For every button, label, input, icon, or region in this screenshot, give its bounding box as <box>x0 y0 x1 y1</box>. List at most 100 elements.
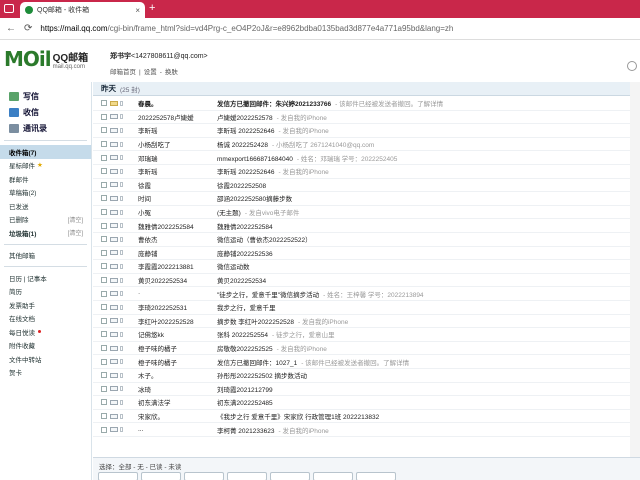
mail-row[interactable]: 李琦2022252531 我步之行，爱意千里 <box>93 301 640 315</box>
mail-sender: · <box>138 290 141 298</box>
skin-link[interactable]: 换肤 <box>165 69 178 76</box>
select-options[interactable]: 选择：全部 - 无 - 已读 - 未读 <box>99 461 181 471</box>
date-group-header: 昨天 (25 封) <box>93 82 640 96</box>
row-checkbox[interactable] <box>101 222 107 229</box>
row-checkbox[interactable] <box>101 249 107 256</box>
mail-row[interactable]: 橙子味的橘子 发信方已撤回邮件：1027_1- 该邮件已经被发送者撤回。了解详情 <box>93 355 640 369</box>
mail-row[interactable]: 魏雅倩2022252584 魏雅倩2022252584 <box>93 219 640 233</box>
action-button[interactable] <box>356 472 396 480</box>
mail-row[interactable]: 李红叶2022252528 摘步数 李红叶2022252528- 发自我的iPho… <box>93 315 640 329</box>
action-button[interactable] <box>270 472 310 480</box>
mail-row[interactable]: 曹依杰 微信运动（曹依杰2022252522） <box>93 233 640 247</box>
row-checkbox[interactable] <box>101 263 107 270</box>
action-button[interactable] <box>313 472 353 480</box>
tool-file-transfer[interactable]: 文件中转站 <box>0 352 91 366</box>
row-checkbox[interactable] <box>101 317 107 324</box>
notification-dot-icon <box>38 330 41 334</box>
tool-docs[interactable]: 在线文档 <box>0 312 91 326</box>
row-checkbox[interactable] <box>101 426 107 433</box>
url-field[interactable]: https://mail.qq.com/cgi-bin/frame_html?s… <box>40 24 453 33</box>
folder-inbox[interactable]: 收件箱(7) <box>0 145 91 159</box>
mail-row[interactable]: 庞静铺 庞静铺2022252536 <box>93 247 640 261</box>
row-checkbox[interactable] <box>101 141 107 148</box>
refresh-icon[interactable]: ⟳ <box>24 23 32 34</box>
envelope-icon <box>110 141 118 147</box>
row-checkbox[interactable] <box>101 181 107 188</box>
tool-label: 在线文档 <box>9 316 35 324</box>
folder-sent[interactable]: 已发送 <box>0 199 91 213</box>
mail-row[interactable]: 记佛悠kk 张科 2022252554- 徒步之行，爱意山里 <box>93 328 640 342</box>
home-link[interactable]: 邮箱首页 <box>110 69 136 76</box>
action-button[interactable] <box>141 472 181 480</box>
row-checkbox[interactable] <box>101 154 107 161</box>
folder-drafts[interactable]: 草稿箱(2) <box>0 186 91 200</box>
mail-row[interactable]: ... 李柯菁 2021233623- 发自我的iPhone <box>93 423 640 437</box>
contacts-button[interactable]: 通讯录 <box>0 120 91 136</box>
mail-row[interactable]: 2022252578卢婕嫒 卢婕嫒2022252578- 发自我的iPhone <box>93 111 640 125</box>
mail-row[interactable]: 木子。 孙彤彤2022252502 摘步数活动 <box>93 369 640 383</box>
folder-group[interactable]: 群邮件 <box>0 172 91 186</box>
tool-calendar-notes[interactable]: 日历 | 记事本 <box>0 271 91 285</box>
row-checkbox[interactable] <box>101 168 107 175</box>
mail-row[interactable]: 橙子味的橘子 房敬敬2022252525- 发自我的iPhone <box>93 342 640 356</box>
divider <box>4 243 87 245</box>
row-checkbox[interactable] <box>101 385 107 392</box>
back-icon[interactable]: ← <box>6 23 16 34</box>
action-button[interactable] <box>184 472 224 480</box>
row-checkbox[interactable] <box>101 358 107 365</box>
row-checkbox[interactable] <box>101 345 107 352</box>
folder-spam[interactable]: 垃圾箱(1) [清空] <box>0 226 91 240</box>
mail-row[interactable]: 李昕瑶 李昕瑶 2022252646- 发自我的iPhone <box>93 124 640 138</box>
tool-label: 附件收藏 <box>9 343 35 351</box>
folder-deleted[interactable]: 已删除 [清空] <box>0 213 91 227</box>
receive-button[interactable]: 收信 <box>0 104 91 120</box>
mail-row[interactable]: 冰琦 刘琦霞2021212799 <box>93 383 640 397</box>
mail-row[interactable]: 初东满法学 初东满2022252485 <box>93 396 640 410</box>
row-checkbox[interactable] <box>101 304 107 311</box>
qq-mail-logo[interactable]: MOil QQ邮箱 mail.qq.com <box>4 47 88 71</box>
empty-spam-link[interactable]: [清空] <box>68 228 83 237</box>
mail-row[interactable]: 时间 邵涵2022252580摘藤步数 <box>93 192 640 206</box>
mail-row[interactable]: 李霞霞2022213881 微信运动数 <box>93 260 640 274</box>
mail-row[interactable]: 宋家欣。 《我步之行 爱意千里》宋家欣 行政管理1班 2022213832 <box>93 410 640 424</box>
row-checkbox[interactable] <box>101 372 107 379</box>
tool-resume[interactable]: 简历 <box>0 285 91 299</box>
row-checkbox[interactable] <box>101 195 107 202</box>
settings-link[interactable]: 设置 <box>144 69 157 76</box>
mail-row[interactable]: 小冤 (无主题) - 发自vivo电子邮件 <box>93 206 640 220</box>
mail-row[interactable]: 春晨。 发信方已撤回邮件：朱兴婷2021233766- 该邮件已经被发送者撤回。了… <box>93 97 640 111</box>
mail-row[interactable]: · "徒步之行，爱意千里"微信摘步活动 - 姓名：王梓馨 学号：2022213894 <box>93 287 640 301</box>
browser-tab[interactable]: QQ邮箱 - 收件箱 × <box>20 2 145 18</box>
mail-row[interactable]: 邓瑞瑞 mmexport1666871684040- 姓名：邓瑞瑞 学号：2022… <box>93 151 640 165</box>
row-checkbox[interactable] <box>101 331 107 338</box>
mail-row[interactable]: 徐霞 徐霞2022252508 <box>93 179 640 193</box>
mail-subject-text: 微信运动数 <box>217 264 250 272</box>
tab-close-icon[interactable]: × <box>135 6 140 15</box>
mail-row[interactable]: 黄贝2022252534 黄贝2022252534 <box>93 274 640 288</box>
tool-invoice[interactable]: 发票助手 <box>0 298 91 312</box>
skin-icon[interactable] <box>627 61 637 71</box>
mail-row[interactable]: 李昕瑶 李昕瑶 2022252646- 发自我的iPhone <box>93 165 640 179</box>
row-checkbox[interactable] <box>101 277 107 284</box>
row-checkbox[interactable] <box>101 236 107 243</box>
action-button[interactable] <box>227 472 267 480</box>
folder-other-mailboxes[interactable]: 其他邮箱 <box>0 249 91 263</box>
mail-row[interactable]: 小杨刮吃了 杨诚 2022252428- 小杨刮吃了 2671241040@qq.… <box>93 138 640 152</box>
empty-deleted-link[interactable]: [清空] <box>68 215 83 224</box>
row-checkbox[interactable] <box>101 209 107 216</box>
window-menu-icon[interactable] <box>4 4 14 13</box>
compose-button[interactable]: 写信 <box>0 88 91 104</box>
scrollbar[interactable] <box>630 82 640 457</box>
row-checkbox[interactable] <box>101 399 107 406</box>
row-checkbox[interactable] <box>101 290 107 297</box>
row-checkbox[interactable] <box>101 100 107 107</box>
row-checkbox[interactable] <box>101 127 107 134</box>
tool-attachments[interactable]: 附件收藏 <box>0 339 91 353</box>
row-checkbox[interactable] <box>101 113 107 120</box>
tool-daily-read[interactable]: 每日悦读 <box>0 325 91 339</box>
new-tab-icon[interactable]: + <box>149 2 155 14</box>
folder-starred[interactable]: 星标邮件 ★ <box>0 159 91 173</box>
action-button[interactable] <box>98 472 138 480</box>
row-checkbox[interactable] <box>101 413 107 420</box>
tool-cards[interactable]: 贺卡 <box>0 366 91 380</box>
